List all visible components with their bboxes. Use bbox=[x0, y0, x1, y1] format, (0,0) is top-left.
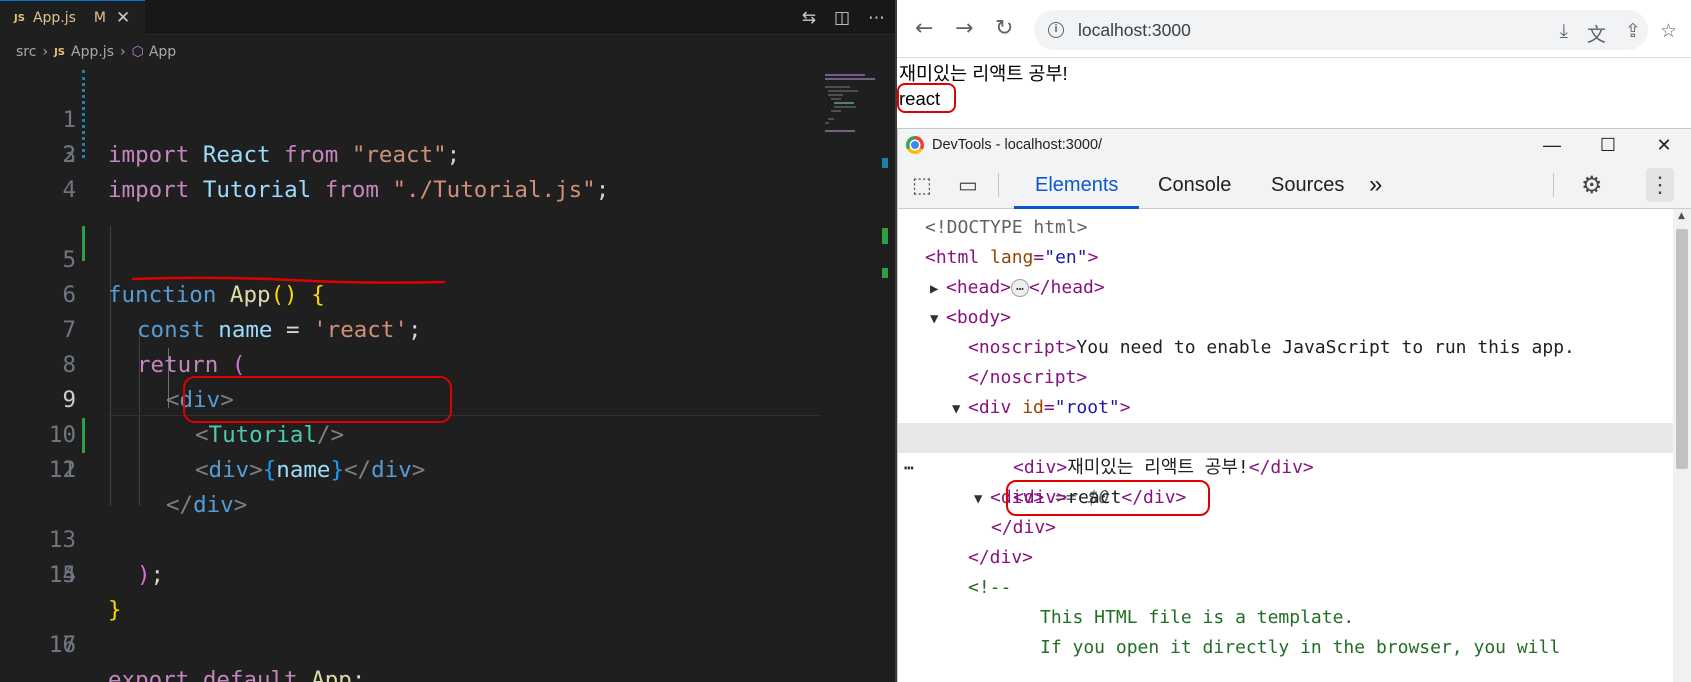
chevron-right-icon: › bbox=[119, 44, 126, 60]
code-line: 3 bbox=[0, 138, 822, 173]
minimize-icon[interactable]: — bbox=[1524, 129, 1580, 161]
code-line: 14 } bbox=[0, 523, 822, 623]
tab-app-js[interactable]: JS App.js M ✕ bbox=[0, 0, 145, 35]
tree-row-body[interactable]: ▼ <body> bbox=[930, 303, 1691, 333]
code-line: 8 <div> bbox=[0, 313, 822, 413]
code-line: 4 bbox=[0, 173, 822, 208]
tree-row-doctype[interactable]: <!DOCTYPE html> bbox=[925, 213, 1691, 243]
code-line: 13 ); bbox=[0, 488, 822, 588]
browser-toolbar: ← → ↻ i localhost:3000 ⤓ 文 ⇪ ☆ bbox=[897, 0, 1691, 58]
red-circle-annotation bbox=[897, 83, 956, 113]
js-file-icon: JS bbox=[54, 46, 65, 58]
line-number: 4 bbox=[62, 177, 76, 203]
collapse-triangle-icon: ▼ bbox=[974, 491, 983, 507]
line-number: 17 bbox=[48, 632, 76, 658]
code-line: 2 import Tutorial from "./Tutorial.js"; bbox=[0, 103, 822, 203]
more-actions-icon[interactable]: ⋯ bbox=[868, 8, 885, 28]
breadcrumb-symbol[interactable]: App bbox=[149, 44, 176, 60]
tree-row-head[interactable]: ▶ <head>… </head> bbox=[930, 273, 1691, 303]
split-editor-icon[interactable]: ◫ bbox=[834, 8, 850, 28]
tab-filename: App.js bbox=[32, 10, 76, 26]
code-editor[interactable]: 1 import React from "react"; 2 import Tu… bbox=[0, 68, 895, 682]
chevron-right-icon: › bbox=[42, 44, 49, 60]
devtools-tab-bar: ⬚ ▭ Elements Console Sources » ⚙ ⋮ bbox=[898, 161, 1691, 209]
breadcrumb-file[interactable]: App.js bbox=[71, 44, 114, 60]
dom-tree[interactable]: <!DOCTYPE html> <html lang="en"> ▶ <head>… bbox=[898, 209, 1691, 682]
code-line: 5 function App() { bbox=[0, 208, 822, 308]
forward-arrow-icon[interactable]: → bbox=[955, 16, 973, 42]
address-bar[interactable]: i localhost:3000 bbox=[1034, 10, 1648, 50]
breadcrumb-folder[interactable]: src bbox=[16, 44, 36, 60]
editor-actions: ⇆ ◫ ⋯ bbox=[802, 0, 885, 35]
settings-gear-icon[interactable]: ⚙ bbox=[1581, 171, 1603, 200]
device-toolbar-icon[interactable]: ▭ bbox=[958, 173, 978, 198]
ellipsis-badge[interactable]: … bbox=[1011, 279, 1029, 297]
red-underline-annotation bbox=[131, 276, 446, 284]
translate-icon[interactable]: 文 bbox=[1587, 20, 1606, 47]
back-arrow-icon[interactable]: ← bbox=[915, 16, 933, 42]
collapse-triangle-icon: ▼ bbox=[930, 311, 939, 327]
tree-row-noscript[interactable]: <noscript>You need to enable JavaScript … bbox=[968, 333, 1691, 363]
tree-row-comment-text: If you open it directly in the browser, … bbox=[1040, 637, 1561, 658]
code-line: 11 </div> bbox=[0, 418, 822, 518]
install-icon[interactable]: ⤓ bbox=[1560, 20, 1568, 47]
red-circle-annotation bbox=[1006, 480, 1210, 516]
tree-row-comment[interactable]: <!-- bbox=[968, 573, 1691, 603]
scroll-thumb[interactable] bbox=[1676, 229, 1688, 469]
collapse-triangle-icon: ▼ bbox=[952, 401, 961, 417]
code-line: 1 import React from "react"; bbox=[0, 68, 822, 168]
editor-tab-bar: JS App.js M ✕ ⇆ ◫ ⋯ bbox=[0, 0, 895, 35]
toolbar-icons: ⤓ 文 ⇪ ☆ bbox=[1560, 20, 1677, 47]
devtools-panel: DevTools - localhost:3000/ — ☐ ✕ ⬚ ▭ Ele… bbox=[897, 128, 1691, 682]
kebab-menu-icon[interactable]: ⋮ bbox=[1646, 168, 1674, 202]
window-controls: — ☐ ✕ bbox=[1524, 129, 1691, 161]
code-line: 15 bbox=[0, 558, 822, 593]
code-line: 16 export default App; bbox=[0, 593, 822, 682]
tab-console[interactable]: Console bbox=[1137, 161, 1252, 209]
devtools-scrollbar[interactable]: ▲ bbox=[1673, 209, 1691, 682]
tree-row-child1[interactable]: <div>재미있는 리액트 공부!</div> bbox=[1013, 453, 1691, 483]
tree-row-html[interactable]: <html lang="en"> bbox=[925, 243, 1691, 273]
scroll-up-icon: ▲ bbox=[1678, 211, 1685, 221]
site-info-icon[interactable]: i bbox=[1048, 22, 1064, 38]
devtools-title: DevTools - localhost:3000/ bbox=[932, 137, 1103, 153]
devtools-titlebar: DevTools - localhost:3000/ — ☐ ✕ bbox=[898, 129, 1691, 161]
symbol-class-icon: ⬡ bbox=[131, 44, 144, 60]
js-file-icon: JS bbox=[14, 12, 25, 24]
close-icon[interactable]: ✕ bbox=[1636, 129, 1691, 161]
modified-indicator: M bbox=[93, 10, 107, 26]
red-circle-annotation bbox=[183, 376, 452, 423]
tree-row-noscript-close[interactable]: </noscript> bbox=[968, 363, 1691, 393]
more-tabs-icon[interactable]: » bbox=[1348, 161, 1403, 209]
browser-window: ← → ↻ i localhost:3000 ⤓ 文 ⇪ ☆ 재미있는 리액트 … bbox=[897, 0, 1691, 682]
line-number: 12 bbox=[48, 457, 76, 483]
expand-triangle-icon: ▶ bbox=[930, 281, 939, 297]
tree-row-comment-text: This HTML file is a template. bbox=[1040, 607, 1355, 628]
tree-row-root[interactable]: ▼ <div id="root"> bbox=[952, 393, 1691, 423]
tree-row-div-close[interactable]: </div> bbox=[991, 513, 1691, 543]
url-text[interactable]: localhost:3000 bbox=[1078, 20, 1191, 41]
maximize-icon[interactable]: ☐ bbox=[1580, 129, 1636, 161]
code-line: 17 bbox=[0, 628, 822, 663]
close-icon[interactable]: ✕ bbox=[116, 8, 130, 28]
more-options-icon[interactable]: ⋯ bbox=[904, 453, 914, 483]
tree-row-selected-div[interactable]: ⋯ ▼ <div> == $0 bbox=[898, 423, 1674, 508]
breadcrumb: src › JS App.js › ⬡ App bbox=[0, 36, 895, 68]
compare-changes-icon[interactable]: ⇆ bbox=[802, 8, 816, 28]
reload-icon[interactable]: ↻ bbox=[995, 16, 1013, 42]
chrome-logo-icon bbox=[906, 136, 924, 154]
bookmark-star-icon[interactable]: ☆ bbox=[1660, 20, 1677, 47]
inspect-element-icon[interactable]: ⬚ bbox=[912, 173, 932, 198]
vscode-window: JS App.js M ✕ ⇆ ◫ ⋯ src › JS App.js › ⬡ … bbox=[0, 0, 895, 682]
tab-elements[interactable]: Elements bbox=[1014, 161, 1140, 209]
web-page: 재미있는 리액트 공부! react bbox=[897, 58, 1691, 128]
tree-row-root-close[interactable]: </div> bbox=[968, 543, 1691, 573]
line-number: 15 bbox=[48, 562, 76, 588]
line-number: 3 bbox=[62, 142, 76, 168]
share-icon[interactable]: ⇪ bbox=[1625, 20, 1641, 47]
code-line: 12 bbox=[0, 453, 822, 488]
